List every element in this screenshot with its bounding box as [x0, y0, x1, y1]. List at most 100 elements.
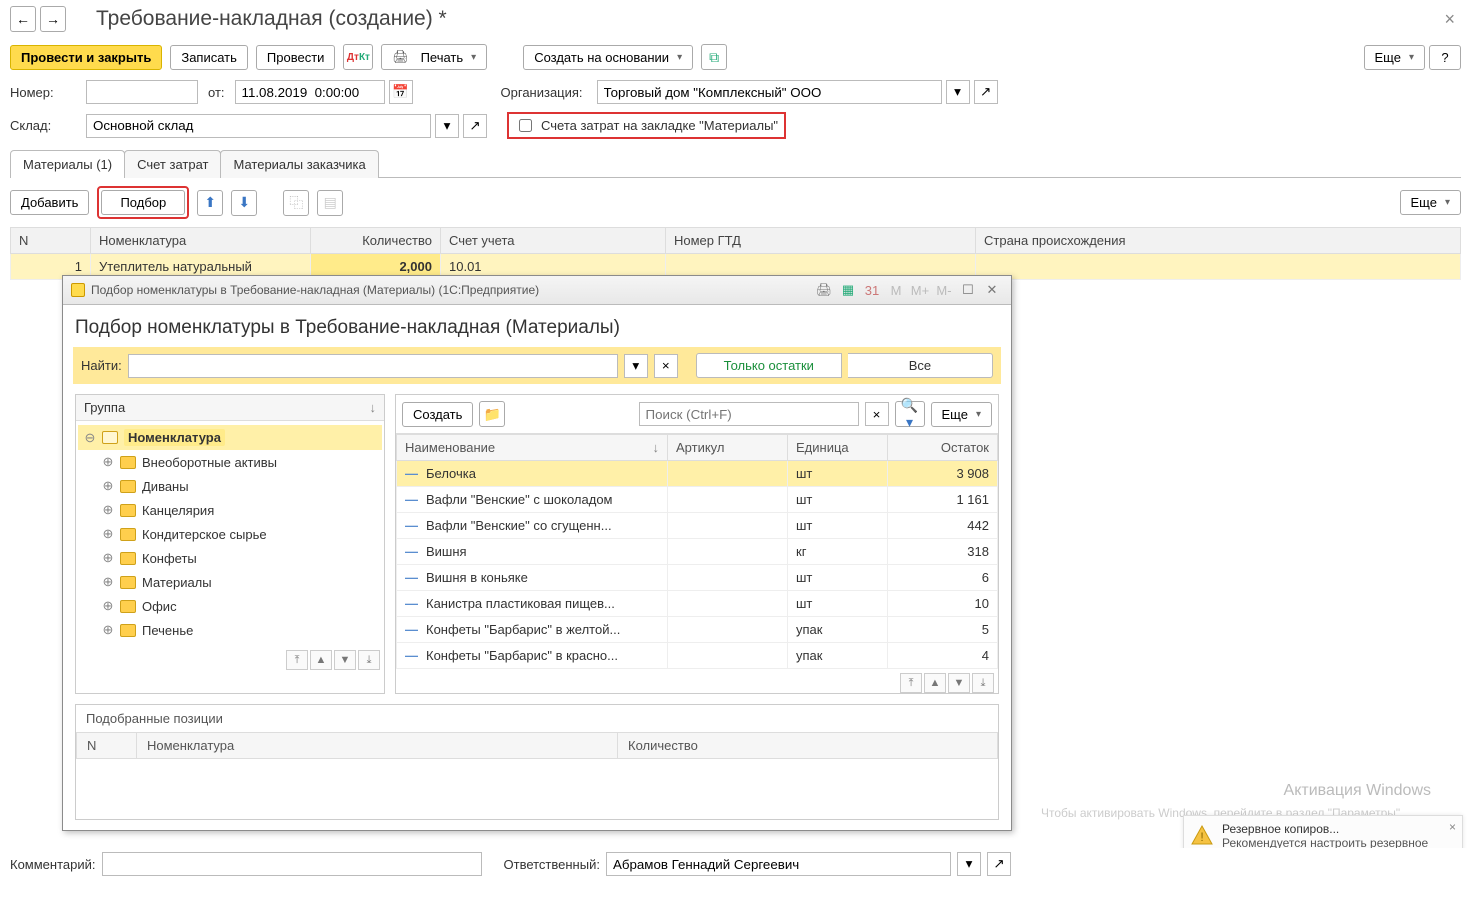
list-item[interactable]: —Вишнякг318	[397, 539, 998, 565]
search-clear-button[interactable]: ×	[865, 402, 889, 426]
group-column[interactable]: Группа	[84, 400, 125, 415]
list-nav-first[interactable]: ⤒	[900, 673, 922, 693]
items-col-unit[interactable]: Единица	[788, 435, 888, 461]
col-country[interactable]: Страна происхождения	[976, 228, 1461, 254]
wh-open-button[interactable]: ↗	[463, 114, 487, 138]
tree-item[interactable]: ⊕Кондитерское сырье	[78, 522, 382, 546]
toast-close-icon[interactable]: ×	[1449, 820, 1456, 834]
search-input[interactable]	[639, 402, 859, 426]
items-col-name[interactable]: Наименование↓	[397, 435, 668, 461]
write-button[interactable]: Записать	[170, 45, 248, 70]
tree-item[interactable]: ⊕Конфеты	[78, 546, 382, 570]
move-down-button[interactable]: ⬇	[231, 190, 257, 216]
materials-more-button[interactable]: Еще	[1400, 190, 1461, 215]
mplus-icon[interactable]: M+	[909, 280, 931, 300]
tab-materials[interactable]: Материалы (1)	[10, 150, 125, 178]
tree-nav-last[interactable]: ⤓	[358, 650, 380, 670]
col-nom[interactable]: Номенклатура	[91, 228, 311, 254]
list-nav-last[interactable]: ⤓	[972, 673, 994, 693]
items-col-stock[interactable]: Остаток	[888, 435, 998, 461]
post-button[interactable]: Провести	[256, 45, 336, 70]
list-item[interactable]: —Белочкашт3 908	[397, 461, 998, 487]
paste-button[interactable]: ▤	[317, 190, 343, 216]
col-acc[interactable]: Счет учета	[441, 228, 666, 254]
move-up-button[interactable]: ⬆	[197, 190, 223, 216]
print-win-icon[interactable]: 🖨	[813, 280, 835, 300]
item-article	[668, 591, 788, 617]
list-item[interactable]: —Конфеты "Барбарис" в красно...упак4	[397, 643, 998, 669]
back-button[interactable]: ←	[10, 6, 36, 32]
help-button[interactable]: ?	[1429, 45, 1461, 70]
tree-nav-first[interactable]: ⤒	[286, 650, 308, 670]
calendar-win-icon[interactable]: 31	[861, 280, 883, 300]
wh-input[interactable]	[86, 114, 431, 138]
tree-item[interactable]: ⊕Диваны	[78, 474, 382, 498]
dtkt-button[interactable]: ДтКт	[343, 44, 373, 70]
tab-cost-account[interactable]: Счет затрат	[124, 150, 221, 178]
tree-item[interactable]: ⊕Канцелярия	[78, 498, 382, 522]
all-tab[interactable]: Все	[848, 353, 993, 378]
picked-col-qty[interactable]: Количество	[618, 733, 998, 759]
m-icon[interactable]: M	[885, 280, 907, 300]
number-input[interactable]	[86, 80, 198, 104]
related-icon[interactable]: ⧉	[701, 44, 727, 70]
items-col-article[interactable]: Артикул	[668, 435, 788, 461]
create-based-button[interactable]: Создать на основании	[523, 45, 693, 70]
find-input[interactable]	[128, 354, 618, 378]
tree-nav-up[interactable]: ▲	[310, 650, 332, 670]
list-item[interactable]: —Канистра пластиковая пищев...шт10	[397, 591, 998, 617]
responsible-input[interactable]	[606, 852, 951, 876]
tree-item[interactable]: ⊕Материалы	[78, 570, 382, 594]
responsible-open[interactable]: ↗	[987, 852, 1011, 876]
list-nav-up[interactable]: ▲	[924, 673, 946, 693]
create-group-button[interactable]: 📁	[479, 401, 505, 427]
only-stock-tab[interactable]: Только остатки	[696, 353, 842, 378]
picked-col-n[interactable]: N	[77, 733, 137, 759]
print-button[interactable]: 🖨 Печать	[381, 44, 487, 70]
mminus-icon[interactable]: M-	[933, 280, 955, 300]
list-item[interactable]: —Конфеты "Барбарис" в желтой...упак5	[397, 617, 998, 643]
list-nav-down[interactable]: ▼	[948, 673, 970, 693]
item-name: Вафли "Венские" с шоколадом	[426, 492, 613, 507]
find-clear-button[interactable]: ×	[654, 354, 678, 378]
calendar-icon[interactable]: 📅	[389, 80, 413, 104]
col-qty[interactable]: Количество	[311, 228, 441, 254]
add-button[interactable]: Добавить	[10, 190, 89, 215]
tree-item[interactable]: ⊕Печенье	[78, 618, 382, 642]
close-icon[interactable]: ×	[1438, 9, 1461, 30]
dialog-close-icon[interactable]: ✕	[981, 280, 1003, 300]
post-and-close-button[interactable]: Провести и закрыть	[10, 45, 162, 70]
responsible-dropdown[interactable]: ▾	[957, 852, 981, 876]
items-more-button[interactable]: Еще	[931, 402, 992, 427]
find-dropdown-button[interactable]: ▾	[624, 354, 648, 378]
tree-item[interactable]: ⊕Внеоборотные активы	[78, 450, 382, 474]
comment-input[interactable]	[102, 852, 482, 876]
wh-dropdown-button[interactable]: ▾	[435, 114, 459, 138]
pick-button[interactable]: Подбор	[101, 190, 185, 215]
list-item[interactable]: —Вишня в коньякешт6	[397, 565, 998, 591]
col-n[interactable]: N	[11, 228, 91, 254]
create-item-button[interactable]: Создать	[402, 402, 473, 427]
tab-customer-materials[interactable]: Материалы заказчика	[220, 150, 378, 178]
org-input[interactable]	[597, 80, 942, 104]
copy-button[interactable]: ⿻	[283, 190, 309, 216]
col-gtd[interactable]: Номер ГТД	[666, 228, 976, 254]
sort-icon[interactable]: ↓	[370, 400, 377, 415]
org-open-button[interactable]: ↗	[974, 80, 998, 104]
tree-item[interactable]: ⊕Офис	[78, 594, 382, 618]
list-item[interactable]: —Вафли "Венские" с шоколадомшт1 161	[397, 487, 998, 513]
folder-icon	[120, 600, 136, 613]
list-item[interactable]: —Вафли "Венские" со сгущенн...шт442	[397, 513, 998, 539]
search-button[interactable]: 🔍▾	[895, 401, 925, 427]
date-input[interactable]	[235, 80, 385, 104]
forward-button[interactable]: →	[40, 6, 66, 32]
dialog-titlebar[interactable]: Подбор номенклатуры в Требование-накладн…	[63, 276, 1011, 305]
maximize-icon[interactable]: ☐	[957, 280, 979, 300]
tree-nav-down[interactable]: ▼	[334, 650, 356, 670]
cost-tab-checkbox[interactable]	[519, 119, 532, 132]
more-button[interactable]: Еще	[1364, 45, 1425, 70]
calc-win-icon[interactable]: ▦	[837, 280, 859, 300]
tree-root[interactable]: ⊖Номенклатура	[78, 425, 382, 450]
org-dropdown-button[interactable]: ▾	[946, 80, 970, 104]
picked-col-nom[interactable]: Номенклатура	[137, 733, 618, 759]
